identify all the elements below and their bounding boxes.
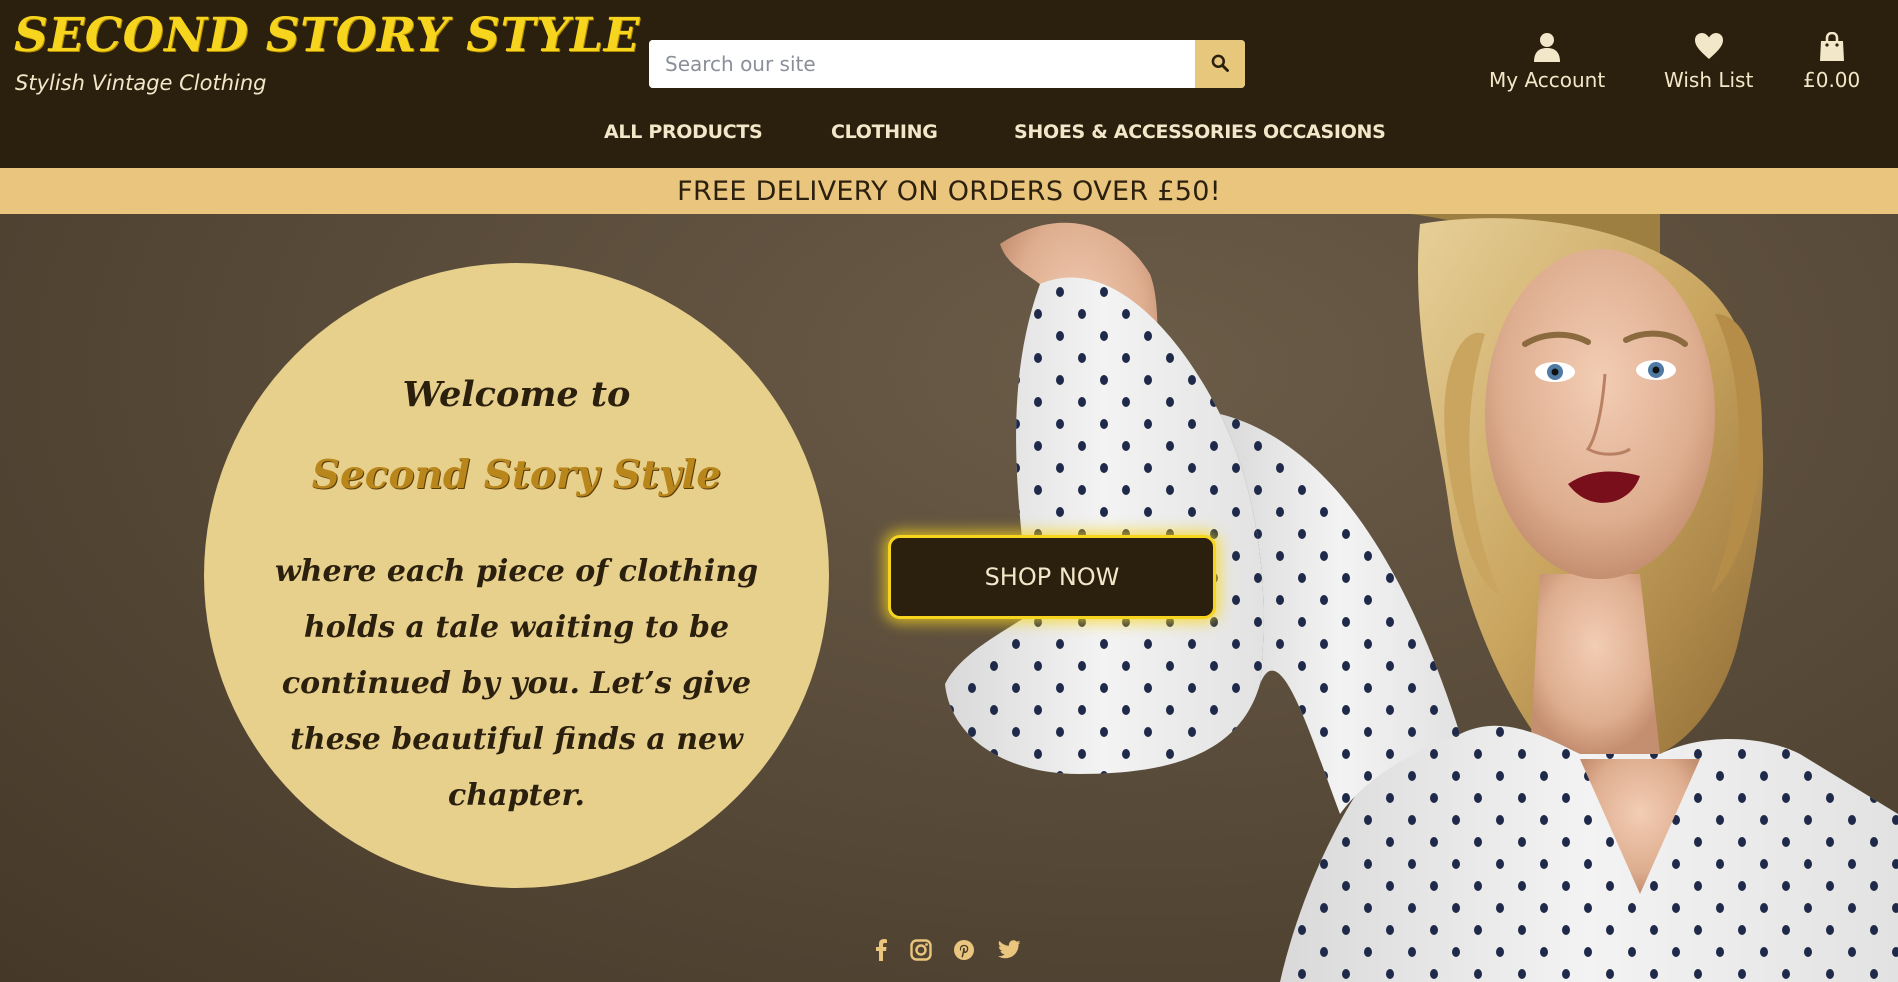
- nav-shoes-accessories[interactable]: SHOES & ACCESSORIES: [1014, 121, 1257, 143]
- instagram-icon[interactable]: [909, 938, 933, 962]
- welcome-brand-name: Second Story Style: [311, 452, 722, 498]
- my-account-label: My Account: [1489, 68, 1606, 92]
- hero-section: Welcome to Second Story Style where each…: [0, 214, 1898, 982]
- pinterest-icon[interactable]: [952, 938, 976, 962]
- site-tagline: Stylish Vintage Clothing: [15, 71, 267, 95]
- shop-now-button[interactable]: SHOP NOW: [888, 535, 1216, 619]
- nav-clothing[interactable]: CLOTHING: [831, 121, 938, 143]
- delivery-banner: FREE DELIVERY ON ORDERS OVER £50!: [0, 168, 1898, 214]
- my-account-link[interactable]: My Account: [1489, 32, 1605, 92]
- nav-occasions[interactable]: OCCASIONS: [1263, 121, 1386, 143]
- facebook-icon[interactable]: [869, 938, 893, 962]
- heart-icon: [1664, 32, 1753, 64]
- wish-list-link[interactable]: Wish List: [1664, 32, 1753, 92]
- search-form: [649, 40, 1245, 88]
- wish-list-label: Wish List: [1664, 68, 1754, 92]
- welcome-heading: Welcome to: [402, 374, 631, 415]
- welcome-circle: Welcome to Second Story Style where each…: [204, 263, 829, 888]
- basket-total: £0.00: [1803, 68, 1861, 92]
- site-logo[interactable]: SECOND STORY STYLE: [14, 8, 640, 63]
- search-button[interactable]: [1195, 40, 1245, 88]
- shopping-bag-icon: [1803, 32, 1860, 64]
- delivery-banner-text: FREE DELIVERY ON ORDERS OVER £50!: [677, 175, 1221, 207]
- site-header: SECOND STORY STYLE Stylish Vintage Cloth…: [0, 0, 1898, 168]
- twitter-icon[interactable]: [997, 938, 1021, 962]
- nav-all-products[interactable]: ALL PRODUCTS: [604, 121, 763, 143]
- search-input[interactable]: [649, 40, 1195, 88]
- user-icon: [1489, 32, 1605, 64]
- welcome-message: where each piece of clothing holds a tal…: [274, 554, 759, 813]
- search-icon: [1210, 53, 1230, 76]
- basket-link[interactable]: £0.00: [1803, 32, 1860, 92]
